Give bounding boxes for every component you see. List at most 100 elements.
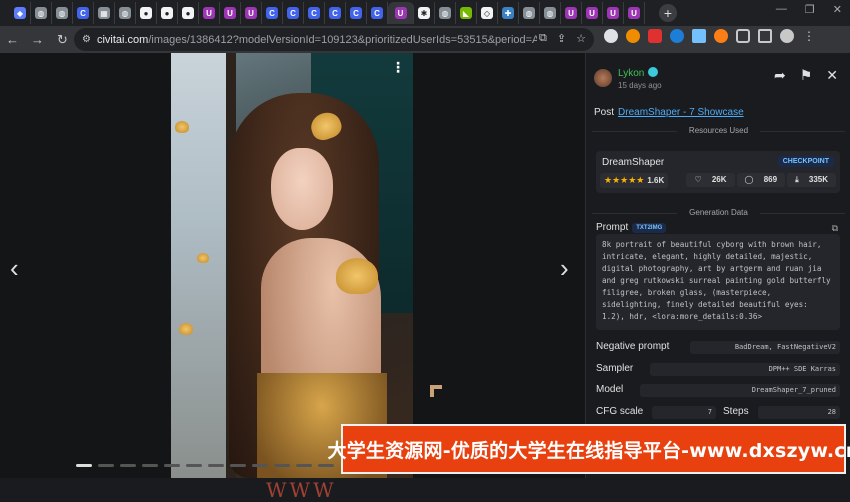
model-value[interactable]: DreamShaper_7_pruned [640, 384, 840, 397]
browser-tab[interactable]: ◍ [31, 2, 52, 24]
share-arrow-icon[interactable]: ➦ [774, 67, 786, 84]
browser-tab[interactable]: C [367, 2, 388, 24]
browser-tab[interactable]: ✱ [414, 2, 435, 24]
site-info-icon[interactable]: ⚙ [82, 34, 91, 45]
resource-card[interactable]: DreamShaper CHECKPOINT ★★★★★1.6K ♡ 26K ◯… [596, 151, 840, 193]
browser-tab[interactable]: U [582, 2, 603, 24]
avatar[interactable] [594, 69, 612, 87]
forward-icon[interactable]: → [25, 32, 50, 47]
share-icon[interactable]: ⇪ [557, 32, 566, 45]
heart-icon: ♡ [690, 173, 705, 186]
browser-tab[interactable]: ◍ [519, 2, 540, 24]
browser-tab[interactable]: ◆ [10, 2, 31, 24]
banner-text: 大学生资源网-优质的大学生在线指导平台-www.dxszyw.cn [328, 436, 850, 463]
extension-icon[interactable] [670, 29, 684, 43]
browser-tab[interactable]: U [388, 2, 414, 24]
c-icon: C [350, 7, 362, 19]
u-icon: U [586, 7, 598, 19]
browser-tab[interactable]: ● [136, 2, 157, 24]
image-menu-icon[interactable]: ⋮ [391, 59, 405, 76]
carousel-indicator[interactable] [76, 464, 334, 467]
generated-image: ⋮ [171, 53, 413, 478]
site-banner[interactable]: 大学生资源网-优质的大学生在线指导平台-www.dxszyw.cn [341, 424, 846, 474]
author-name[interactable]: Lykon [618, 67, 662, 79]
browser-tab[interactable]: U [561, 2, 582, 24]
close-window-icon[interactable]: ✕ [833, 3, 842, 16]
cfg-value[interactable]: 7 [652, 406, 716, 419]
cfg-label: CFG scale [596, 406, 643, 417]
browser-tab[interactable]: ▦ [94, 2, 115, 24]
likes-stat: ♡ 26K [686, 173, 734, 187]
flag-icon[interactable]: ⚑ [800, 67, 813, 84]
prompt-text[interactable]: 8k portrait of beautiful cyborg with bro… [596, 234, 840, 330]
browser-tab[interactable]: C [73, 2, 94, 24]
reload-icon[interactable]: ↻ [50, 32, 75, 48]
back-icon[interactable]: ← [0, 32, 25, 47]
browser-tab[interactable]: C [262, 2, 283, 24]
globe-icon: ◍ [35, 7, 47, 19]
browser-tab[interactable]: U [603, 2, 624, 24]
comments-stat: ◯ 869 [737, 173, 786, 187]
post-link[interactable]: DreamShaper - 7 Showcase [618, 107, 744, 118]
extensions-area: ⋮ [604, 29, 816, 43]
browser-tab[interactable]: C [283, 2, 304, 24]
generation-divider: Generation Data [586, 208, 850, 217]
extension-icon[interactable] [714, 29, 728, 43]
watermark-text: WWW [266, 478, 337, 502]
browser-tab[interactable]: ◍ [435, 2, 456, 24]
browser-tab[interactable]: ✚ [498, 2, 519, 24]
install-icon[interactable]: ⧉ [539, 32, 547, 45]
negative-prompt-value[interactable]: BadDream, FastNegativeV2 [690, 341, 840, 354]
extension-icon[interactable] [692, 29, 706, 43]
github-icon: ● [161, 7, 173, 19]
sampler-value[interactable]: DPM++ SDE Karras [650, 363, 840, 376]
browser-tab[interactable]: C [325, 2, 346, 24]
browser-tab[interactable]: C [346, 2, 367, 24]
sidepanel-icon[interactable] [758, 29, 772, 43]
minimize-icon[interactable]: — [776, 3, 787, 16]
puzzle-icon[interactable] [736, 29, 750, 43]
restore-icon[interactable]: ❐ [805, 3, 815, 16]
previous-arrow-icon[interactable]: ‹ [10, 253, 19, 284]
browser-tab[interactable]: ● [178, 2, 199, 24]
globe-icon: ◍ [56, 7, 68, 19]
cfg-steps-row: CFG scale 7 Steps 28 [596, 406, 840, 420]
extension-icon[interactable] [604, 29, 618, 43]
address-bar[interactable]: ⚙ civitai.com/images/1386412?modelVersio… [74, 28, 594, 51]
browser-tab[interactable]: U [220, 2, 241, 24]
browser-tab[interactable]: U [624, 2, 645, 24]
steps-value[interactable]: 28 [758, 406, 840, 419]
url-text[interactable]: civitai.com/images/1386412?modelVersionI… [97, 34, 537, 46]
resource-stats: ♡ 26K ◯ 869 ⤓ 335K [686, 173, 836, 187]
browser-tab[interactable]: C [304, 2, 325, 24]
browser-tab[interactable]: ◍ [540, 2, 561, 24]
model-row: Model DreamShaper_7_pruned [596, 384, 840, 398]
browser-tab[interactable]: ◍ [52, 2, 73, 24]
verified-icon [648, 67, 658, 77]
extension-icon[interactable] [648, 29, 662, 43]
globe-icon: ◍ [544, 7, 556, 19]
copy-icon[interactable]: ⧉ [832, 223, 838, 234]
negative-prompt-row: Negative prompt BadDream, FastNegativeV2 [596, 341, 840, 355]
browser-tab[interactable]: ● [157, 2, 178, 24]
new-tab-button[interactable]: + [659, 4, 677, 22]
extension-icon[interactable] [626, 29, 640, 43]
browser-tab[interactable]: U [241, 2, 262, 24]
browser-tab[interactable]: U [199, 2, 220, 24]
comment-icon: ◯ [741, 173, 758, 186]
browser-tab[interactable]: ◣ [456, 2, 477, 24]
menu-dots-icon[interactable]: ⋮ [802, 29, 816, 43]
browser-tab[interactable]: ◇ [477, 2, 498, 24]
stars-icon: ★★★★★ [604, 175, 644, 185]
c-icon: C [329, 7, 341, 19]
browser-tab[interactable]: ◍ [115, 2, 136, 24]
next-arrow-icon[interactable]: › [560, 253, 569, 284]
post-date: 15 days ago [618, 81, 662, 90]
close-icon[interactable]: ✕ [826, 67, 838, 84]
gem-icon: ◆ [14, 7, 26, 19]
u-icon: U [245, 7, 257, 19]
app-icon: ▦ [98, 7, 110, 19]
txt2img-badge: TXT2IMG [632, 223, 666, 233]
profile-icon[interactable] [780, 29, 794, 43]
bookmark-star-icon[interactable]: ☆ [576, 32, 586, 45]
